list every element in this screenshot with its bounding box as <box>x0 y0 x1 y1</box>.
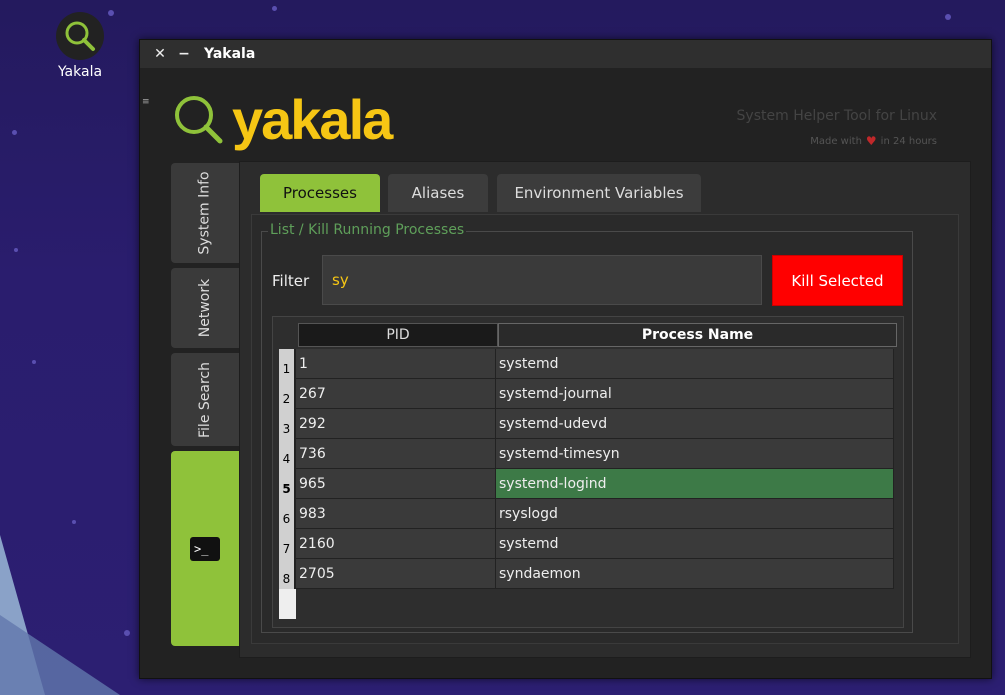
side-tab-file-search[interactable]: File Search <box>171 353 239 446</box>
row-number[interactable]: 4 <box>279 439 296 469</box>
column-header-pid[interactable]: PID <box>298 323 498 347</box>
process-name-cell[interactable]: syndaemon <box>496 559 894 589</box>
group-title: List / Kill Running Processes <box>268 222 467 238</box>
filter-input[interactable]: sy <box>322 255 762 305</box>
tab-aliases[interactable]: Aliases <box>388 174 488 212</box>
made-with-suffix: in 24 hours <box>880 135 937 147</box>
app-logo: yakala <box>172 88 393 151</box>
terminal-icon: >_ <box>190 536 220 561</box>
process-table[interactable]: PID Process Name 1 1 systemd 2 267 systemd-jo… <box>272 316 904 628</box>
column-header-process-name[interactable]: Process Name <box>498 323 897 347</box>
tagline: System Helper Tool for Linux <box>736 108 937 124</box>
app-window: ✕ − Yakala ≡ yakala System Helper Tool f… <box>139 39 992 679</box>
pid-cell[interactable]: 1 <box>296 349 496 379</box>
background-star <box>272 6 277 11</box>
window-content: ≡ yakala System Helper Tool for Linux Ma… <box>140 68 991 678</box>
table-row[interactable]: 6 983 rsyslogd <box>279 499 895 529</box>
process-name-cell[interactable]: systemd <box>496 349 894 379</box>
process-name-cell[interactable]: rsyslogd <box>496 499 894 529</box>
side-tab-network[interactable]: Network <box>171 268 239 348</box>
kill-selected-button[interactable]: Kill Selected <box>772 255 903 306</box>
row-number[interactable]: 1 <box>279 349 296 379</box>
process-name-cell[interactable]: systemd-journal <box>496 379 894 409</box>
row-number[interactable]: 2 <box>279 379 296 409</box>
close-icon[interactable]: ✕ <box>148 46 172 62</box>
side-tab-label: File Search <box>197 361 214 438</box>
table-row[interactable]: 7 2160 systemd <box>279 529 895 559</box>
minimize-icon[interactable]: − <box>172 46 196 62</box>
logo-text: yakala <box>232 88 393 151</box>
process-name-cell[interactable]: systemd-udevd <box>496 409 894 439</box>
background-star <box>945 14 951 20</box>
pid-cell[interactable]: 2705 <box>296 559 496 589</box>
made-with-note: Made with ♥ in 24 hours <box>810 134 937 148</box>
background-star <box>14 248 18 252</box>
process-name-cell[interactable]: systemd-timesyn <box>496 439 894 469</box>
desktop-app-icon[interactable]: Yakala <box>48 12 112 80</box>
magnifier-icon <box>56 12 104 60</box>
process-name-cell[interactable]: systemd-logind <box>496 469 894 499</box>
heart-icon: ♥ <box>865 134 877 148</box>
menu-icon[interactable]: ≡ <box>142 97 150 107</box>
table-row[interactable]: 8 2705 syndaemon <box>279 559 895 589</box>
tab-environment-variables[interactable]: Environment Variables <box>497 174 701 212</box>
pid-cell[interactable]: 292 <box>296 409 496 439</box>
magnifier-icon <box>175 96 223 144</box>
side-tab-system-info[interactable]: System Info <box>171 163 239 263</box>
table-row[interactable]: 5 965 systemd-logind <box>279 469 895 499</box>
row-number[interactable]: 6 <box>279 499 296 529</box>
side-tab-label: Network <box>197 278 213 338</box>
pid-cell[interactable]: 267 <box>296 379 496 409</box>
made-with-prefix: Made with <box>810 135 862 147</box>
pid-cell[interactable]: 965 <box>296 469 496 499</box>
tab-processes[interactable]: Processes <box>260 174 380 212</box>
empty-row-header <box>279 589 296 619</box>
row-number[interactable]: 5 <box>279 469 296 499</box>
process-name-cell[interactable]: systemd <box>496 529 894 559</box>
process-group: List / Kill Running Processes Filter sy … <box>261 222 913 633</box>
processes-pane: List / Kill Running Processes Filter sy … <box>251 214 959 644</box>
table-row[interactable]: 4 736 systemd-timesyn <box>279 439 895 469</box>
row-number[interactable]: 7 <box>279 529 296 559</box>
pid-cell[interactable]: 736 <box>296 439 496 469</box>
table-row[interactable]: 3 292 systemd-udevd <box>279 409 895 439</box>
title-bar[interactable]: ✕ − Yakala <box>140 40 991 68</box>
background-star <box>12 130 17 135</box>
side-tab-terminal[interactable]: >_ <box>171 451 239 646</box>
pid-cell[interactable]: 983 <box>296 499 496 529</box>
row-number[interactable]: 8 <box>279 559 296 589</box>
main-panel: Processes Aliases Environment Variables … <box>239 161 971 658</box>
table-row[interactable]: 1 1 systemd <box>279 349 895 379</box>
desktop-icon-label: Yakala <box>57 64 103 80</box>
window-title: Yakala <box>204 46 256 62</box>
pid-cell[interactable]: 2160 <box>296 529 496 559</box>
background-star <box>32 360 36 364</box>
row-number[interactable]: 3 <box>279 409 296 439</box>
side-tab-label: System Info <box>197 171 213 255</box>
filter-label: Filter <box>272 272 310 290</box>
table-row[interactable]: 2 267 systemd-journal <box>279 379 895 409</box>
